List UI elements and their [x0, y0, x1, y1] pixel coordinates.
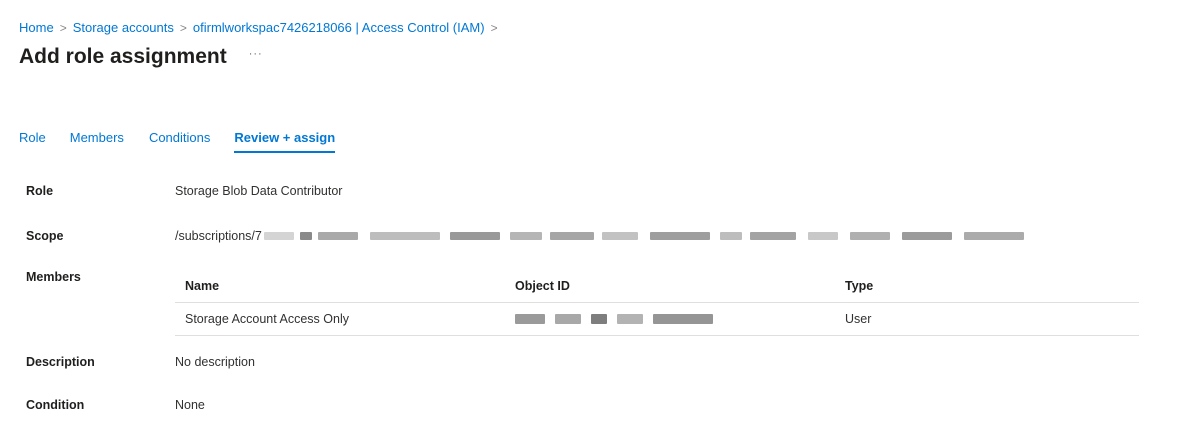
title-row: Add role assignment ···	[19, 45, 263, 69]
condition-label: Condition	[26, 398, 85, 412]
breadcrumb: Home > Storage accounts > ofirmlworkspac…	[19, 20, 504, 35]
tab-review-assign[interactable]: Review + assign	[234, 130, 336, 153]
tab-bar: Role Members Conditions Review + assign	[19, 130, 359, 153]
breadcrumb-separator-icon: >	[179, 20, 187, 35]
member-type: User	[845, 312, 872, 326]
breadcrumb-separator-icon: >	[59, 20, 67, 35]
column-header-object-id: Object ID	[515, 279, 570, 293]
table-row: Storage Account Access Only User	[175, 303, 1139, 336]
breadcrumb-storage-accounts[interactable]: Storage accounts	[73, 20, 174, 35]
scope-text: /subscriptions/7	[175, 229, 262, 243]
scope-label: Scope	[26, 229, 64, 243]
tab-role[interactable]: Role	[19, 130, 46, 153]
column-header-type: Type	[845, 279, 874, 293]
description-value: No description	[175, 355, 255, 369]
breadcrumb-access-control[interactable]: ofirmlworkspac7426218066 | Access Contro…	[193, 20, 485, 35]
role-label: Role	[26, 184, 54, 198]
members-label: Members	[26, 270, 81, 284]
scope-value: /subscriptions/7	[175, 229, 1024, 243]
description-label: Description	[26, 355, 95, 369]
breadcrumb-separator-icon: >	[490, 20, 498, 35]
tab-conditions[interactable]: Conditions	[149, 130, 210, 153]
member-object-id	[515, 314, 845, 324]
page-title: Add role assignment	[19, 45, 227, 68]
members-table: Name Object ID Type Storage Account Acce…	[175, 270, 1139, 336]
condition-value: None	[175, 398, 205, 412]
member-name: Storage Account Access Only	[185, 312, 349, 326]
role-value: Storage Blob Data Contributor	[175, 184, 343, 198]
column-header-name: Name	[185, 279, 220, 293]
table-header: Name Object ID Type	[175, 270, 1139, 303]
breadcrumb-home[interactable]: Home	[19, 20, 54, 35]
more-options-icon[interactable]: ···	[249, 48, 263, 60]
redacted-scope	[263, 232, 1024, 240]
tab-members[interactable]: Members	[70, 130, 124, 153]
